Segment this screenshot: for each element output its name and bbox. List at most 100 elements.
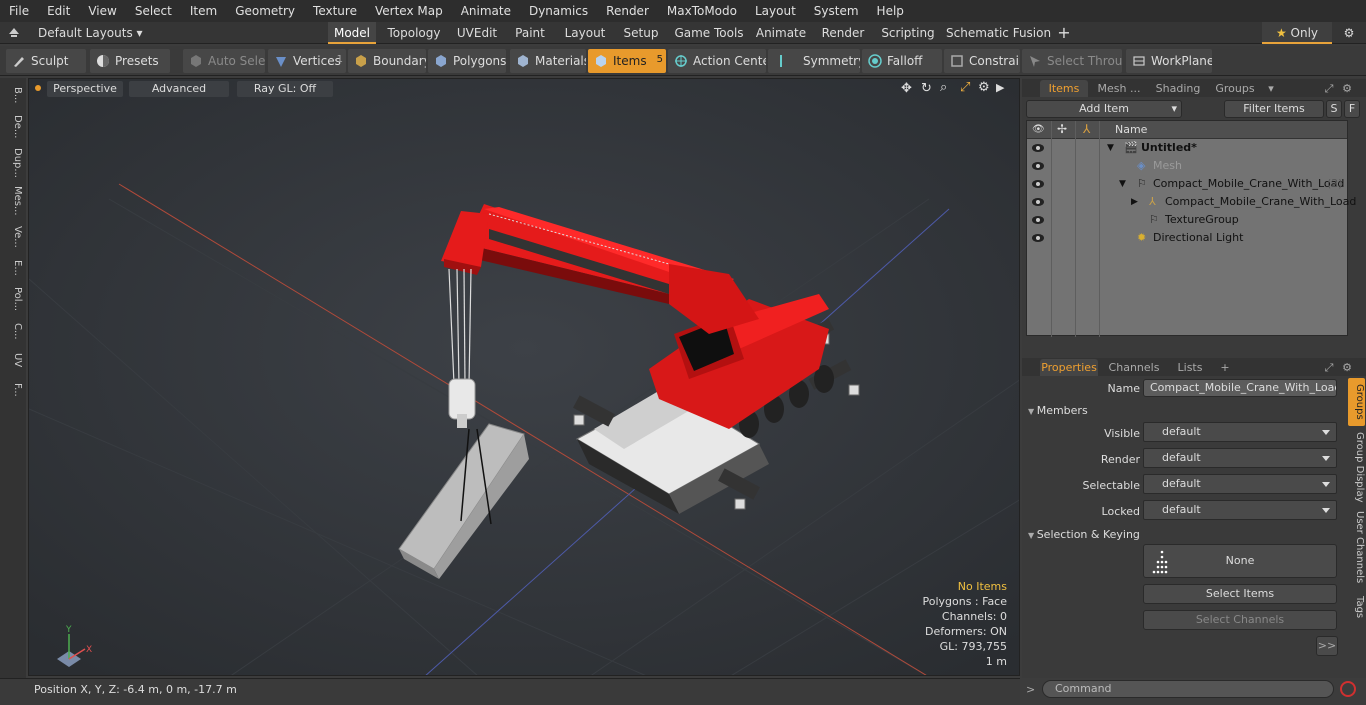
filter-f-button[interactable]: F [1344, 100, 1360, 118]
tab-game-tools[interactable]: Game Tools [672, 22, 746, 44]
visibility-eye-icon[interactable] [1032, 196, 1044, 208]
menu-help[interactable]: Help [868, 0, 913, 22]
falloff-button[interactable]: Falloff [862, 49, 942, 73]
tree-row-directional-light[interactable]: ✹ Directional Light [1027, 229, 1347, 247]
name-field[interactable]: Compact_Mobile_Crane_With_Load (3 [1143, 379, 1337, 397]
menu-layout[interactable]: Layout [746, 0, 805, 22]
tree-row-scene[interactable]: ▼ 🎬 Untitled* [1027, 139, 1347, 157]
lock-column-icon[interactable]: ✢ [1057, 122, 1067, 136]
add-tab-icon[interactable]: + [1053, 22, 1075, 44]
menu-item[interactable]: Item [181, 0, 226, 22]
viewport-expand-icon[interactable]: ▶ [996, 81, 1004, 94]
tab-channels[interactable]: Channels [1104, 359, 1164, 376]
tab-render[interactable]: Render [817, 22, 869, 44]
vertices-button[interactable]: Vertices 1 [268, 49, 346, 73]
visibility-column-icon[interactable]: 👁 [1032, 124, 1045, 135]
menu-maxtomodo[interactable]: MaxToModo [658, 0, 746, 22]
visibility-eye-icon[interactable] [1032, 214, 1044, 226]
tab-mesh[interactable]: Mesh ... [1094, 80, 1144, 97]
tab-topology[interactable]: Topology [385, 22, 443, 44]
settings-gear-icon[interactable]: ⚙ [1338, 22, 1360, 44]
left-tab-curve[interactable]: C... [3, 318, 23, 344]
workplane-button[interactable]: WorkPlane [1126, 49, 1212, 73]
visible-dropdown[interactable]: default [1143, 422, 1337, 442]
left-tab-vertex[interactable]: Ve... [3, 222, 23, 252]
render-dropdown[interactable]: default [1143, 448, 1337, 468]
tab-groups[interactable]: Groups [1210, 80, 1260, 97]
menu-edit[interactable]: Edit [38, 0, 79, 22]
menu-view[interactable]: View [79, 0, 125, 22]
collapse-icon[interactable] [8, 25, 20, 39]
menu-geometry[interactable]: Geometry [226, 0, 304, 22]
advanced-dropdown[interactable]: Advanced [129, 81, 229, 97]
filter-s-button[interactable]: S [1326, 100, 1342, 118]
expand-more-button[interactable]: >> [1316, 636, 1338, 656]
properties-settings-icon[interactable]: ⚙ [1340, 359, 1354, 376]
name-column-header[interactable]: Name [1115, 123, 1147, 136]
polygons-button[interactable]: Polygons [428, 49, 506, 73]
perspective-dropdown[interactable]: Perspective [47, 81, 123, 97]
move-view-icon[interactable]: ✥ [901, 81, 912, 96]
visibility-eye-icon[interactable] [1032, 160, 1044, 172]
menu-system[interactable]: System [805, 0, 868, 22]
select-channels-button[interactable]: Select Channels [1143, 610, 1337, 630]
side-tab-groups[interactable]: Groups [1348, 378, 1365, 426]
menu-select[interactable]: Select [126, 0, 181, 22]
default-layouts-dropdown[interactable]: Default Layouts ▾ [30, 22, 143, 44]
item-tree[interactable]: 👁 ✢ ⅄ Name ▼ 🎬 Untitled* ◈ Mesh ▼ ⚐ Comp… [1026, 120, 1356, 337]
raygl-dropdown[interactable]: Ray GL: Off [237, 81, 333, 97]
tab-setup[interactable]: Setup [618, 22, 664, 44]
action-center-button[interactable]: Action Center [668, 49, 766, 73]
viewport-scene[interactable]: Y X [29, 79, 1020, 676]
left-tab-polygon[interactable]: Pol... [3, 284, 23, 314]
tab-paint[interactable]: Paint [510, 22, 550, 44]
menu-render[interactable]: Render [597, 0, 658, 22]
side-tab-tags[interactable]: Tags [1348, 590, 1365, 624]
tree-row-texture-group[interactable]: ⚐ TextureGroup [1027, 211, 1347, 229]
tree-row-mesh[interactable]: ◈ Mesh [1027, 157, 1347, 175]
menu-animate[interactable]: Animate [452, 0, 520, 22]
tab-shading[interactable]: Shading [1150, 80, 1206, 97]
visibility-eye-icon[interactable] [1032, 178, 1044, 190]
materials-button[interactable]: Materials [510, 49, 586, 73]
left-tab-edge[interactable]: E... [3, 256, 23, 280]
expand-arrow-icon[interactable]: ▼ [1107, 139, 1114, 157]
3d-viewport[interactable]: Y X Perspective Advanced Ray GL: Off ✥ ↻… [28, 78, 1020, 676]
members-section-header[interactable]: Members [1028, 404, 1088, 417]
visibility-eye-icon[interactable] [1032, 142, 1044, 154]
select-items-button[interactable]: Select Items [1143, 584, 1337, 604]
symmetry-button[interactable]: Symmetry [768, 49, 860, 73]
selectable-dropdown[interactable]: default [1143, 474, 1337, 494]
viewport-settings-icon[interactable]: ⚙ [978, 80, 990, 95]
left-tab-deform[interactable]: De... [3, 112, 23, 142]
tab-schematic-fusion[interactable]: Schematic Fusion [946, 22, 1051, 44]
items-button[interactable]: Items 5 [588, 49, 666, 73]
viewport-dot-icon[interactable] [35, 85, 41, 91]
sculpt-button[interactable]: Sculpt [6, 49, 86, 73]
panel-maximize-icon[interactable]: ⤢ [1322, 80, 1336, 97]
tab-uvedit[interactable]: UVEdit [452, 22, 502, 44]
side-tab-user-channels[interactable]: User Channels [1348, 508, 1365, 586]
select-through-button[interactable]: Select Through [1022, 49, 1122, 73]
only-toggle[interactable]: ★ Only [1262, 22, 1332, 44]
presets-button[interactable]: Presets [90, 49, 170, 73]
add-item-button[interactable]: Add Item ▾ [1026, 100, 1182, 118]
collapsed-arrow-icon[interactable]: ▶ [1131, 193, 1138, 211]
left-tab-mesh-edit[interactable]: Mes... [3, 184, 23, 218]
menu-dynamics[interactable]: Dynamics [520, 0, 597, 22]
tree-row-crane-group[interactable]: ▼ ⚐ Compact_Mobile_Crane_With_Load (2) [1027, 175, 1347, 193]
left-tab-uv[interactable]: UV [3, 348, 23, 372]
filter-items-input[interactable]: Filter Items [1224, 100, 1324, 118]
left-tab-fusion[interactable]: F... [3, 376, 23, 404]
rotate-view-icon[interactable]: ↻ [921, 81, 932, 96]
panel-tabs-dropdown-icon[interactable]: ▾ [1264, 80, 1278, 97]
tab-scripting[interactable]: Scripting [878, 22, 938, 44]
menu-texture[interactable]: Texture [304, 0, 366, 22]
menu-file[interactable]: File [0, 0, 38, 22]
add-panel-tab-icon[interactable]: + [1218, 359, 1232, 376]
zoom-view-icon[interactable]: ⌕ [940, 80, 947, 95]
visibility-eye-icon[interactable] [1032, 232, 1044, 244]
boundary-button[interactable]: Boundary [348, 49, 426, 73]
maximize-view-icon[interactable]: ⤢ [960, 80, 970, 95]
keying-none-button[interactable]: None [1143, 544, 1337, 578]
